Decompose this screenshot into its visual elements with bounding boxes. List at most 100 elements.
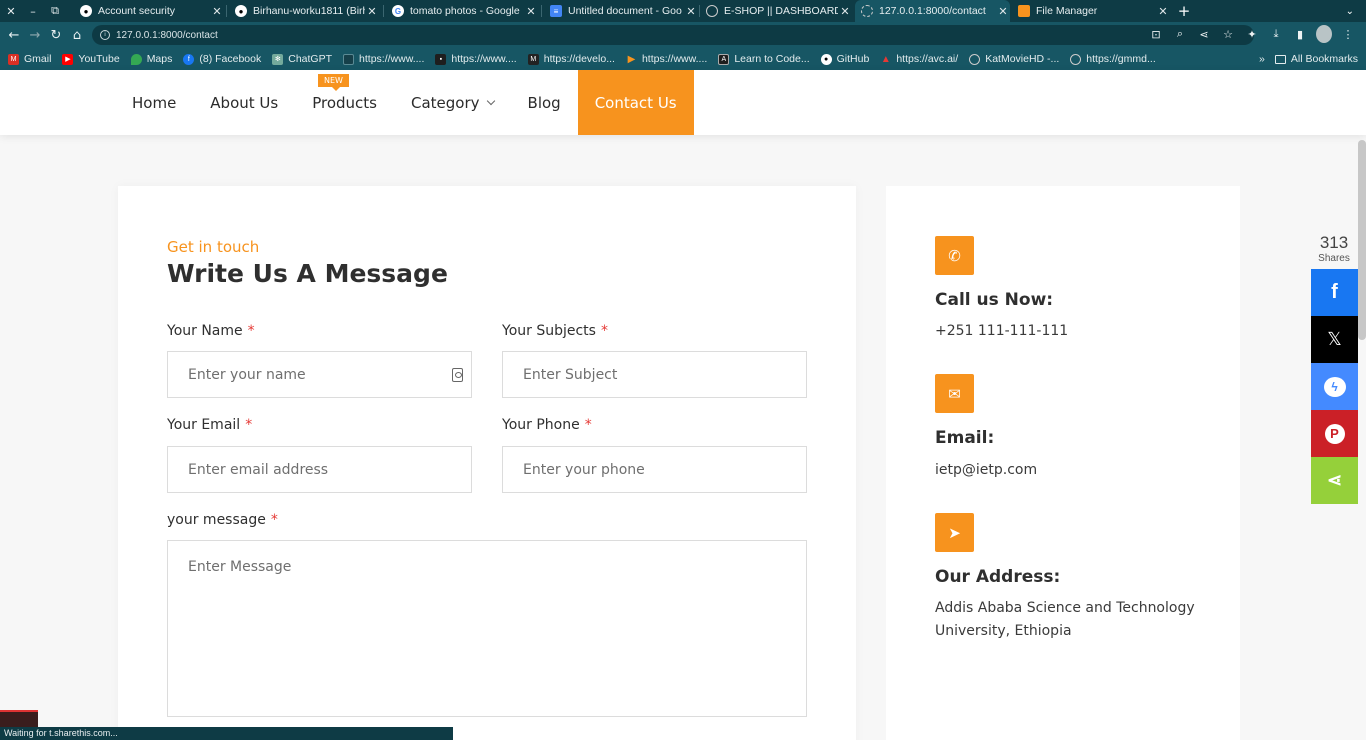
chevron-down-icon [486, 96, 495, 105]
folder-icon [1274, 54, 1286, 64]
side-panel-icon[interactable]: ▮ [1292, 25, 1308, 43]
location-arrow-icon: ➤ [935, 513, 974, 552]
contact-info-card: ✆ Call us Now: +251 111-111-111 ✉ Email:… [886, 186, 1240, 740]
bookmark-youtube[interactable]: ▶ YouTube [62, 53, 120, 65]
message-label: your message * [167, 512, 278, 528]
form-eyebrow: Get in touch [167, 238, 260, 256]
message-textarea[interactable] [167, 540, 807, 717]
page-scrollbar[interactable] [1358, 140, 1366, 340]
bookmark-avc[interactable]: ▲ https://avc.ai/ [880, 53, 958, 65]
github-icon: ● [820, 53, 832, 65]
install-app-icon[interactable]: ⊡ [1148, 25, 1164, 43]
share-facebook-button[interactable]: f [1311, 269, 1358, 316]
back-icon[interactable]: ← [4, 25, 24, 45]
browser-menu-icon[interactable]: ⋮ [1340, 25, 1356, 43]
page-icon [343, 53, 355, 65]
downloads-icon[interactable]: ⤓ [1268, 25, 1284, 43]
bookmark-gmmd[interactable]: https://gmmd... [1070, 53, 1156, 65]
name-input[interactable] [167, 351, 472, 398]
close-tab-icon[interactable]: ✕ [210, 5, 224, 18]
debug-widget-icon[interactable] [0, 710, 38, 727]
call-value: +251 111-111-111 [935, 323, 1069, 339]
tab-eshop-dashboard[interactable]: E-SHOP || DASHBOARD ✕ [700, 0, 852, 22]
share-x-button[interactable]: 𝕏 [1311, 316, 1358, 363]
restore-icon[interactable]: ⧉ [46, 0, 64, 22]
globe-icon [969, 53, 981, 65]
bookmark-github[interactable]: ● GitHub [820, 53, 869, 65]
globe-icon [706, 5, 718, 17]
email-input[interactable] [167, 446, 472, 493]
email-title: Email: [935, 428, 995, 448]
menu-home[interactable]: Home [115, 70, 193, 135]
share-page-icon[interactable]: ⋖ [1196, 25, 1212, 43]
profile-avatar[interactable] [1316, 25, 1332, 43]
tab-tomato-photos[interactable]: G tomato photos - Google ✕ [386, 0, 538, 22]
site-info-icon[interactable]: i [100, 30, 110, 40]
tab-birhanu-worku[interactable]: ● Birhanu-worku1811 (Birh ✕ [229, 0, 379, 22]
menu-blog[interactable]: Blog [511, 70, 578, 135]
new-tab-button[interactable]: + [1176, 0, 1192, 22]
browser-status-bar: Waiting for t.sharethis.com... [0, 727, 453, 740]
close-tab-icon[interactable]: ✕ [524, 5, 538, 18]
github-icon: ● [235, 5, 247, 17]
menu-category[interactable]: Category [394, 70, 511, 135]
all-bookmarks[interactable]: » All Bookmarks [1259, 48, 1358, 70]
bookmark-facebook[interactable]: f (8) Facebook [183, 53, 261, 65]
home-icon[interactable]: ⌂ [67, 25, 87, 45]
close-tab-icon[interactable]: ✕ [838, 5, 852, 18]
bookmark-link-3[interactable]: ▶ https://www.... [626, 53, 708, 65]
close-tab-icon[interactable]: ✕ [365, 5, 379, 18]
email-label: Your Email * [167, 417, 253, 433]
close-tab-icon[interactable]: ✕ [996, 5, 1010, 18]
bookmark-katmoviehd[interactable]: KatMovieHD -... [969, 53, 1059, 65]
share-sharethis-button[interactable]: ⋖ [1311, 457, 1358, 504]
facebook-icon: f [183, 53, 195, 65]
minimize-icon[interactable]: – [24, 0, 42, 22]
address-bar[interactable]: i 127.0.0.1:8000/contact [92, 25, 1254, 45]
subject-input[interactable] [502, 351, 807, 398]
extensions-icon[interactable]: ✦ [1244, 25, 1260, 43]
bookmark-star-icon[interactable]: ☆ [1220, 25, 1236, 43]
pinterest-icon: P [1324, 423, 1345, 444]
facebook-icon: f [1331, 281, 1338, 303]
bookmark-learn-to-code[interactable]: A Learn to Code... [718, 53, 810, 65]
share-pinterest-button[interactable]: P [1311, 410, 1358, 457]
bookmark-develo[interactable]: Mhttps://develo... [527, 53, 615, 65]
bookmark-maps[interactable]: Maps [130, 53, 172, 65]
avc-icon: ▲ [880, 53, 891, 65]
tab-untitled-document[interactable]: ≡ Untitled document - Goo ✕ [544, 0, 698, 22]
menu-contact-us[interactable]: Contact Us [577, 70, 694, 135]
bookmark-gmail[interactable]: M Gmail [8, 53, 51, 65]
share-messenger-button[interactable]: ϟ [1311, 363, 1358, 410]
bookmark-chatgpt[interactable]: ✻ ChatGPT [272, 53, 332, 65]
close-tab-icon[interactable]: ✕ [684, 5, 698, 18]
phone-input[interactable] [502, 446, 807, 493]
bookmark-link-1[interactable]: https://www.... [343, 53, 424, 65]
tab-contact-active[interactable]: 127.0.0.1:8000/contact ✕ [855, 0, 1010, 22]
email-value: ietp@ietp.com [935, 462, 1038, 478]
phone-label: Your Phone * [502, 417, 592, 433]
close-tab-icon[interactable]: ✕ [1156, 5, 1170, 18]
bookmark-link-2[interactable]: ▪ https://www.... [435, 53, 517, 65]
tab-search-chevron-icon[interactable]: ⌄ [1346, 0, 1354, 22]
subject-label: Your Subjects * [502, 323, 608, 339]
contact-card-icon[interactable] [452, 368, 463, 382]
bookmarks-bar: M Gmail ▶ YouTube Maps f (8) Facebook ✻ Chat… [0, 48, 1366, 70]
close-window-icon[interactable]: ✕ [2, 0, 20, 22]
tab-account-security[interactable]: ● Account security ✕ [74, 0, 224, 22]
name-field-wrap [167, 351, 472, 398]
forward-icon[interactable]: → [25, 25, 45, 45]
reload-icon[interactable]: ↻ [46, 25, 66, 45]
maps-icon [130, 53, 142, 65]
menu-about-us[interactable]: About Us [193, 70, 295, 135]
page-icon: ▪ [435, 53, 447, 65]
share-counter: 313 Shares [1311, 233, 1357, 264]
google-icon: G [392, 5, 404, 17]
toolbar-icons: ⊡ ⌕ ⋖ ☆ ✦ ⤓ ▮ ⋮ [1148, 25, 1356, 43]
tab-file-manager[interactable]: File Manager ✕ [1012, 0, 1170, 22]
more-bookmarks-icon[interactable]: » [1259, 53, 1265, 65]
github-icon: ● [80, 5, 92, 17]
zoom-icon[interactable]: ⌕ [1172, 25, 1188, 43]
loading-icon [861, 5, 873, 17]
browser-tab-strip: ✕ – ⧉ ● Account security ✕ ● Birhanu-wor… [0, 0, 1366, 22]
